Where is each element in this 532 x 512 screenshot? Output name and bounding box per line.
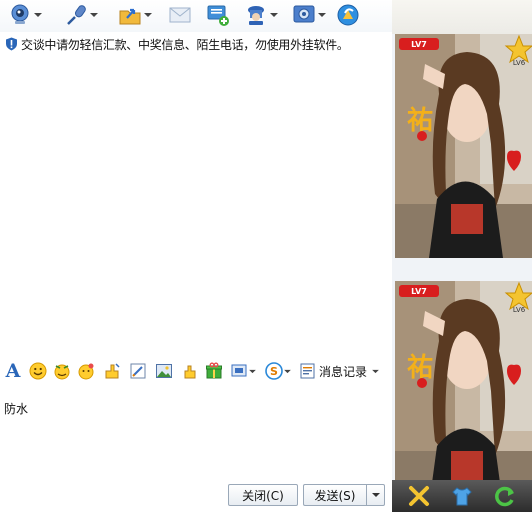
send-options-button[interactable] [366,484,385,506]
email-icon [169,7,191,23]
contact-avatar-show[interactable]: 祐 LV7 LV6 [395,34,532,258]
send-file-button[interactable] [118,2,152,28]
music-button[interactable]: S [265,361,295,381]
picture-button[interactable] [154,361,174,381]
handwriting-button[interactable] [128,361,148,381]
voice-button[interactable] [64,2,98,28]
screenshot-button[interactable] [230,361,260,381]
music-icon: S [265,362,283,380]
chevron-down-icon[interactable] [270,12,278,18]
my-avatar-show[interactable]: 祐 LV7 LV6 [395,281,532,505]
chevron-down-icon[interactable] [34,12,42,18]
refresh-icon[interactable] [494,485,516,507]
message-history[interactable] [0,56,390,354]
chevron-down-icon[interactable] [249,369,256,374]
wink-emoji-icon [54,364,70,380]
close-button[interactable]: 关闭(C) [228,484,298,506]
send-button[interactable]: 发送(S) [303,484,366,506]
group-chat-button[interactable] [206,2,230,28]
side-panel-header [392,0,532,34]
gesture-button[interactable] [180,361,200,381]
add-group-chat-icon [207,5,229,26]
webcam-button[interactable] [8,2,42,28]
wink-emoji-button[interactable] [52,361,72,381]
magic-emoji-button[interactable] [76,361,96,381]
app-share-button[interactable] [336,2,360,28]
clothes-icon[interactable] [451,485,473,507]
microphone-icon [67,5,86,25]
gift-icon [206,362,222,379]
star-level-label: LV6 [513,59,526,67]
send-file-icon [119,8,141,25]
chevron-down-icon[interactable] [144,12,152,18]
email-button[interactable] [168,2,192,28]
screenshot-icon [231,364,247,377]
app-share-icon [337,4,359,26]
chevron-down-icon [371,493,380,497]
emoji-icon [29,362,47,380]
font-icon: A [5,360,21,382]
magic-emoji-icon [78,363,94,380]
remote-assist-icon [248,6,264,25]
settings-icon [293,5,315,23]
svg-text:S: S [270,365,278,378]
gift-button[interactable] [204,361,224,381]
font-button[interactable]: A [3,360,23,382]
chevron-down-icon[interactable] [90,12,98,18]
chevron-down-icon[interactable] [318,12,326,18]
settings-button[interactable] [292,2,326,28]
message-history-button[interactable]: 消息记录 [300,361,379,381]
remote-assist-button[interactable] [244,2,278,28]
level-badge: LV7 [411,40,427,49]
handwriting-icon [130,363,146,379]
star-level-label: LV6 [513,306,526,314]
picture-icon [156,364,172,378]
security-notice: 交谈中请勿轻信汇款、中奖信息、陌生电话，勿使用外挂软件。 [5,36,349,52]
security-shield-icon [6,37,17,51]
contact-photo: 祐 LV7 LV6 [395,34,532,258]
level-badge: LV7 [411,287,427,296]
gesture-icon [184,365,196,379]
message-history-label: 消息记录 [319,364,368,379]
my-photo: 祐 LV7 LV6 [395,281,532,505]
nudge-button[interactable] [102,361,122,381]
top-toolbar [0,0,395,32]
nudge-icon [105,363,120,379]
webcam-icon [11,4,29,24]
side-panel-toolbar [392,480,532,512]
message-input[interactable]: 防水 [0,392,392,478]
message-log-icon [300,363,315,379]
tools-icon[interactable] [408,485,430,507]
side-panel: 祐 LV7 LV6 祐 LV7 LV6 [392,0,532,512]
chevron-down-icon [372,369,379,373]
chevron-down-icon[interactable] [284,369,291,374]
security-notice-text: 交谈中请勿轻信汇款、中奖信息、陌生电话，勿使用外挂软件。 [21,37,349,52]
emoji-button[interactable] [28,361,48,381]
